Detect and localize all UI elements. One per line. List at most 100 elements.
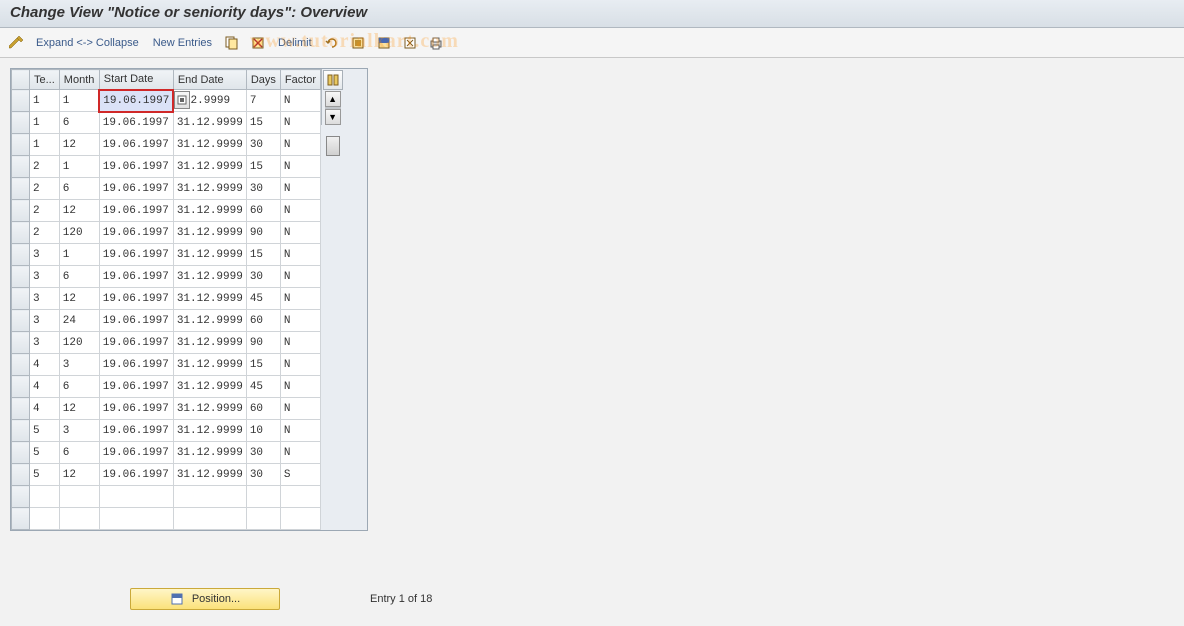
row-selector[interactable] (12, 442, 30, 464)
cell-days[interactable]: 30 (246, 134, 280, 156)
cell-factor[interactable]: N (280, 376, 320, 398)
cell-days[interactable]: 30 (246, 442, 280, 464)
cell-te[interactable]: 2 (30, 156, 60, 178)
row-selector[interactable] (12, 354, 30, 376)
cell-days[interactable] (246, 508, 280, 530)
cell-days[interactable]: 15 (246, 112, 280, 134)
cell-te[interactable]: 4 (30, 376, 60, 398)
select-all-icon[interactable] (348, 33, 368, 53)
cell-month[interactable]: 1 (59, 90, 99, 112)
cell-start[interactable]: 19.06.1997 (99, 442, 173, 464)
cell-month[interactable]: 12 (59, 398, 99, 420)
delimit-link[interactable]: Delimit (274, 35, 316, 51)
cell-factor[interactable]: N (280, 398, 320, 420)
cell-days[interactable]: 15 (246, 354, 280, 376)
cell-start[interactable]: 19.06.1997 (99, 288, 173, 310)
cell-end[interactable]: 31.12.9999 (173, 354, 246, 376)
cell-month[interactable]: 1 (59, 244, 99, 266)
row-selector[interactable] (12, 332, 30, 354)
row-selector[interactable] (12, 398, 30, 420)
row-selector[interactable] (12, 420, 30, 442)
row-selector[interactable] (12, 266, 30, 288)
row-selector[interactable] (12, 486, 30, 508)
cell-days[interactable]: 60 (246, 398, 280, 420)
cell-factor[interactable]: N (280, 200, 320, 222)
cell-month[interactable]: 12 (59, 464, 99, 486)
cell-factor[interactable]: N (280, 178, 320, 200)
cell-end[interactable] (173, 486, 246, 508)
cell-days[interactable] (246, 486, 280, 508)
cell-te[interactable]: 5 (30, 420, 60, 442)
cell-month[interactable]: 6 (59, 112, 99, 134)
cell-days[interactable]: 7 (246, 90, 280, 112)
row-selector[interactable] (12, 508, 30, 530)
cell-days[interactable]: 15 (246, 156, 280, 178)
cell-start[interactable]: 19.06.1997 (99, 134, 173, 156)
cell-start[interactable]: 19.06.1997 (99, 376, 173, 398)
position-button[interactable]: Position... (130, 588, 280, 610)
cell-days[interactable]: 30 (246, 266, 280, 288)
column-header-end-date[interactable]: End Date (173, 70, 246, 90)
cell-start[interactable]: 19.06.1997 (99, 266, 173, 288)
cell-factor[interactable]: N (280, 222, 320, 244)
select-block-icon[interactable] (374, 33, 394, 53)
cell-start[interactable]: 19.06.1997 (99, 112, 173, 134)
column-header-start-date[interactable]: Start Date (99, 70, 173, 90)
new-entries-link[interactable]: New Entries (149, 35, 216, 51)
cell-factor[interactable]: N (280, 112, 320, 134)
cell-te[interactable]: 3 (30, 310, 60, 332)
row-selector[interactable] (12, 200, 30, 222)
cell-start[interactable]: 19.06.1997 (99, 354, 173, 376)
cell-end[interactable]: 31.12.9999 (173, 332, 246, 354)
row-selector[interactable] (12, 112, 30, 134)
cell-end[interactable]: 31.12.9999 (173, 156, 246, 178)
expand-collapse-link[interactable]: Expand <-> Collapse (32, 35, 143, 51)
column-header-te[interactable]: Te... (30, 70, 60, 90)
cell-factor[interactable] (280, 486, 320, 508)
cell-factor[interactable] (280, 508, 320, 530)
cell-end[interactable]: 31.12.9999 (173, 288, 246, 310)
cell-factor[interactable]: N (280, 134, 320, 156)
cell-start[interactable] (99, 508, 173, 530)
cell-month[interactable]: 6 (59, 442, 99, 464)
cell-month[interactable]: 12 (59, 288, 99, 310)
undo-icon[interactable] (322, 33, 342, 53)
row-selector[interactable] (12, 310, 30, 332)
cell-te[interactable]: 3 (30, 288, 60, 310)
cell-month[interactable]: 3 (59, 354, 99, 376)
column-header-factor[interactable]: Factor (280, 70, 320, 90)
deselect-all-icon[interactable] (400, 33, 420, 53)
cell-start[interactable]: 19.06.1997 (99, 156, 173, 178)
row-selector[interactable] (12, 288, 30, 310)
cell-factor[interactable]: N (280, 332, 320, 354)
cell-days[interactable]: 90 (246, 222, 280, 244)
row-selector[interactable] (12, 178, 30, 200)
cell-te[interactable]: 1 (30, 112, 60, 134)
cell-start[interactable]: 19.06.1997 (99, 464, 173, 486)
cell-end[interactable]: 31.12.9999 (173, 442, 246, 464)
cell-end[interactable]: 31.12.9999 (173, 112, 246, 134)
cell-start[interactable]: 19.06.1997 (99, 200, 173, 222)
cell-month[interactable]: 120 (59, 332, 99, 354)
cell-days[interactable]: 45 (246, 376, 280, 398)
scroll-down-icon[interactable]: ▼ (325, 109, 341, 125)
toggle-display-change-icon[interactable] (6, 33, 26, 53)
cell-month[interactable]: 120 (59, 222, 99, 244)
cell-days[interactable]: 90 (246, 332, 280, 354)
cell-factor[interactable]: N (280, 288, 320, 310)
cell-factor[interactable]: N (280, 354, 320, 376)
cell-month[interactable]: 12 (59, 200, 99, 222)
cell-end[interactable]: 31.12.9999 (173, 266, 246, 288)
cell-end[interactable]: 31.12.9999 (173, 464, 246, 486)
row-selector[interactable] (12, 90, 30, 112)
row-selector[interactable] (12, 134, 30, 156)
cell-factor[interactable]: N (280, 442, 320, 464)
copy-icon[interactable] (222, 33, 242, 53)
column-header-rowselect[interactable] (12, 70, 30, 90)
cell-month[interactable]: 3 (59, 420, 99, 442)
cell-start[interactable]: 19.06.1997 (99, 398, 173, 420)
column-header-month[interactable]: Month (59, 70, 99, 90)
cell-days[interactable]: 45 (246, 288, 280, 310)
cell-month[interactable]: 1 (59, 156, 99, 178)
cell-start[interactable]: 19.06.1997 (99, 332, 173, 354)
